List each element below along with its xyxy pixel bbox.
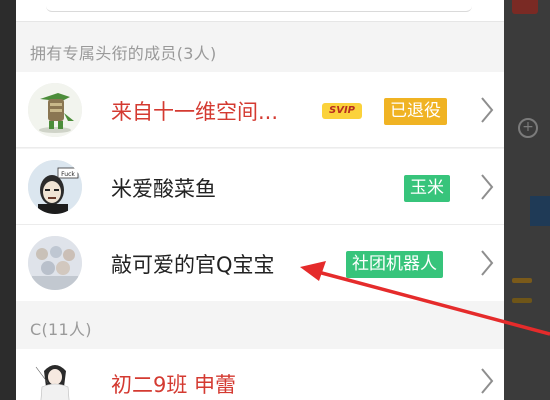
- chevron-right-icon[interactable]: [480, 249, 494, 277]
- avatar[interactable]: [28, 83, 82, 137]
- top-card: [16, 0, 504, 22]
- group-photo-avatar-icon: [28, 236, 82, 290]
- avatar-text: Fuck: [61, 171, 75, 178]
- avatar[interactable]: Fuck: [28, 160, 82, 214]
- crocodile-avatar-icon: [28, 83, 82, 137]
- section-header-titled-members: 拥有专属头衔的成员(3人): [30, 44, 217, 63]
- svip-badge: SVIP: [322, 103, 362, 119]
- member-row[interactable]: 来自十一维空间... SVIP 已退役: [16, 72, 504, 148]
- background-strip-left: [0, 0, 16, 400]
- zoom-in-icon: +: [518, 118, 538, 138]
- background-blue-block: [530, 196, 550, 226]
- member-row[interactable]: Fuck 米爱酸菜鱼 玉米: [16, 149, 504, 225]
- section-header-c: C(11人): [30, 320, 92, 339]
- meme-face-avatar-icon: Fuck: [28, 160, 82, 214]
- top-search-field[interactable]: [46, 0, 472, 12]
- member-name: 来自十一维空间...: [111, 100, 279, 124]
- avatar[interactable]: [28, 357, 82, 400]
- member-name: 初二9班 申蕾: [111, 373, 237, 397]
- background-orange-tag: [512, 278, 532, 283]
- sketch-girl-avatar-icon: [28, 357, 82, 400]
- member-name: 米爱酸菜鱼: [111, 177, 216, 201]
- member-row[interactable]: 敲可爱的官Q宝宝 社团机器人: [16, 225, 504, 301]
- member-title-badge: 社团机器人: [346, 251, 443, 278]
- member-row[interactable]: 初二9班 申蕾: [16, 349, 504, 400]
- background-orange-tag: [512, 298, 532, 303]
- member-title-badge: 已退役: [384, 98, 447, 125]
- member-name: 敲可爱的官Q宝宝: [111, 253, 275, 277]
- chevron-right-icon[interactable]: [480, 96, 494, 124]
- member-title-badge: 玉米: [404, 175, 450, 202]
- chevron-right-icon[interactable]: [480, 367, 494, 395]
- avatar[interactable]: [28, 236, 82, 290]
- background-video-icon: [512, 0, 538, 14]
- chevron-right-icon[interactable]: [480, 173, 494, 201]
- member-list-panel: 拥有专属头衔的成员(3人) 来自十一维空间... SVIP 已退役 Fuck 米…: [16, 0, 504, 400]
